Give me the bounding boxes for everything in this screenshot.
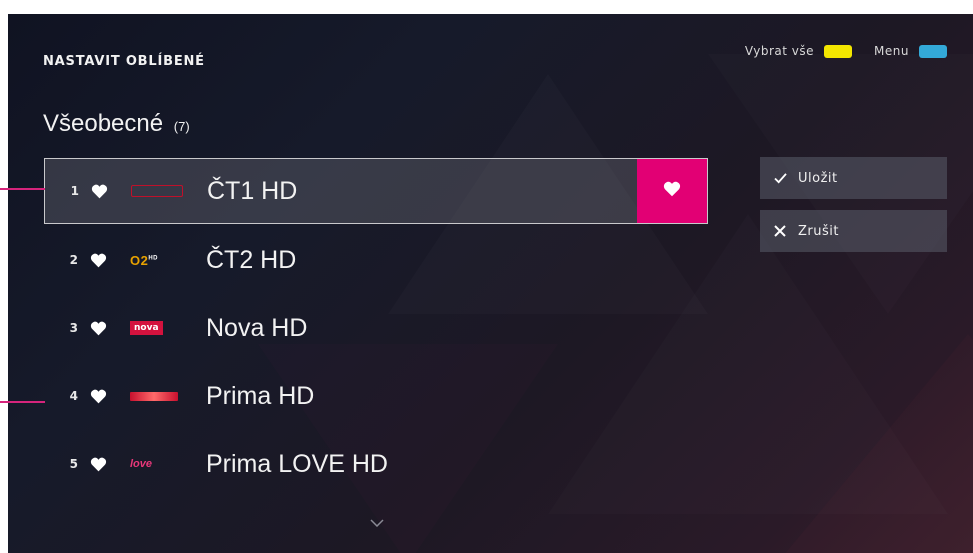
blue-key-icon: [919, 44, 947, 58]
callout-line: [0, 188, 45, 190]
channel-number: 3: [69, 321, 78, 335]
heart-icon: [90, 253, 112, 268]
prima-love-logo: love: [130, 457, 182, 471]
nova-logo-text: nova: [130, 321, 163, 335]
ct2-logo-text: O2: [130, 252, 149, 268]
channel-list: 1 ČT1 HD 2 O2HD ČT2 HD 3 nova Nova HD 4 …: [44, 158, 708, 498]
heart-icon: [90, 457, 112, 472]
channel-name: ČT1 HD: [207, 176, 298, 205]
section-name: Všeobecné: [43, 110, 164, 137]
save-button[interactable]: Uložit: [760, 157, 947, 199]
ct2-hd-logo: O2HD: [130, 252, 182, 268]
channel-name: Prima LOVE HD: [206, 449, 388, 478]
select-all-label: Vybrat vše: [744, 44, 815, 58]
menu-label: Menu: [874, 44, 909, 58]
section-title: Všeobecné (7): [43, 110, 190, 138]
cancel-label: Zrušit: [798, 223, 839, 239]
callout-line: [0, 401, 45, 403]
x-icon: [774, 225, 790, 237]
ct2-logo-sup: HD: [148, 255, 159, 262]
yellow-key-icon: [824, 44, 853, 58]
check-icon: [774, 172, 790, 184]
action-panel: Uložit Zrušit: [760, 157, 947, 263]
remote-hints: Vybrat vše Menu: [745, 44, 947, 58]
save-label: Uložit: [798, 170, 838, 186]
heart-icon: [90, 321, 112, 336]
channel-number: 5: [69, 457, 78, 471]
channel-name: Prima HD: [206, 381, 315, 410]
heart-icon: [663, 181, 681, 201]
section-count: (7): [173, 119, 190, 134]
menu-hint[interactable]: Menu: [874, 44, 947, 58]
cancel-button[interactable]: Zrušit: [760, 210, 947, 252]
channel-row-ct2[interactable]: 2 O2HD ČT2 HD: [44, 226, 708, 294]
tv-screen: NASTAVIT OBLÍBENÉ Vybrat vše Menu Všeobe…: [8, 14, 973, 553]
channel-row-prima-love[interactable]: 5 love Prima LOVE HD: [44, 430, 708, 498]
page-title: NASTAVIT OBLÍBENÉ: [43, 54, 205, 69]
channel-number: 4: [69, 389, 78, 403]
channel-row-prima[interactable]: 4 Prima HD: [44, 362, 708, 430]
channel-name: ČT2 HD: [206, 245, 297, 274]
channel-number: 2: [69, 253, 78, 267]
ct1-hd-logo: [131, 184, 183, 198]
chevron-down-icon[interactable]: [370, 512, 384, 531]
love-logo-text: love: [130, 458, 153, 470]
heart-icon: [90, 389, 112, 404]
select-all-hint[interactable]: Vybrat vše: [744, 44, 853, 58]
channel-row-ct1[interactable]: 1 ČT1 HD: [44, 158, 708, 224]
prima-logo: [130, 389, 182, 403]
heart-icon: [91, 184, 113, 199]
nova-logo: nova: [130, 321, 182, 335]
background-triangle: [768, 334, 973, 553]
channel-row-nova[interactable]: 3 nova Nova HD: [44, 294, 708, 362]
channel-name: Nova HD: [206, 313, 308, 342]
favorite-toggle-button[interactable]: [637, 159, 707, 223]
channel-number: 1: [70, 184, 79, 198]
